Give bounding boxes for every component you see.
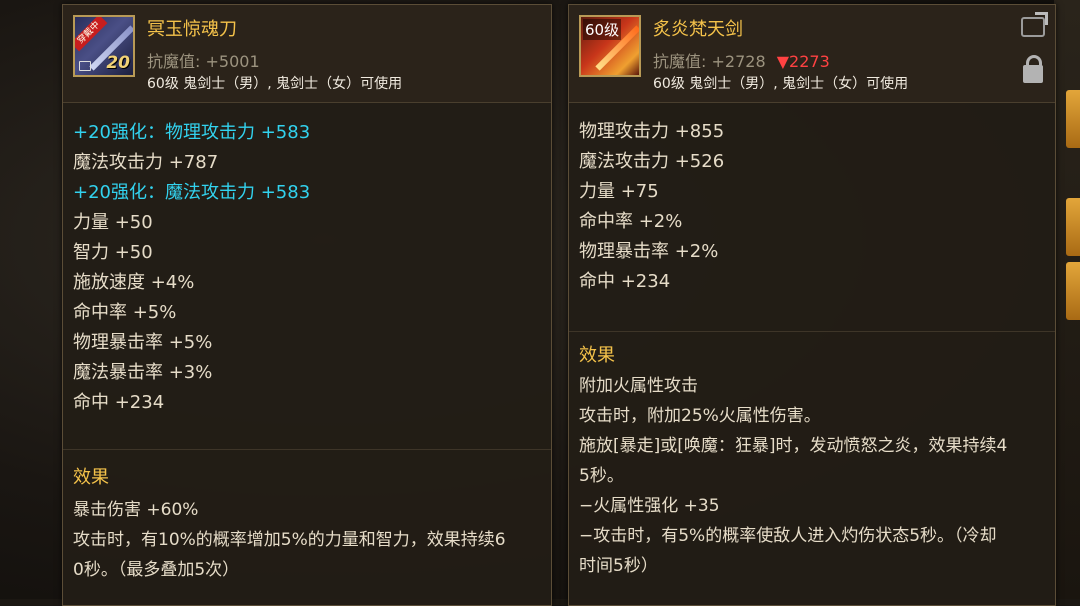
effect-title: 效果 xyxy=(73,467,109,488)
enhance-level: 20 xyxy=(106,53,130,73)
effect-line: 5秒。 xyxy=(579,466,624,486)
effect-line: 0秒。（最多叠加5次） xyxy=(73,560,240,580)
stat-line: 物理攻击力 +855 xyxy=(579,121,725,142)
effect-line: 时间5秒） xyxy=(579,556,658,576)
class-requirement: 60级 鬼剑士（男）, 鬼剑士（女）可使用 xyxy=(147,76,403,92)
stat-line: 命中 +234 xyxy=(579,271,671,292)
side-tab[interactable] xyxy=(1066,90,1080,148)
effect-line: 攻击时，有10%的概率增加5%的力量和智力，效果持续6 xyxy=(73,530,506,550)
effect-text: 附加火属性攻击 攻击时，附加25%火属性伤害。 施放[暴走]或[唤魔：狂暴]时，… xyxy=(579,371,1041,581)
effect-line: 攻击时，附加25%火属性伤害。 xyxy=(579,406,821,426)
resist-number: +5001 xyxy=(205,52,260,71)
stat-list: 物理攻击力 +855 魔法攻击力 +526 力量 +75 命中率 +2% 物理暴… xyxy=(579,117,1045,297)
stat-line: 物理暴击率 +2% xyxy=(579,241,719,262)
effect-title: 效果 xyxy=(579,345,615,366)
resist-diff: ▼2273 xyxy=(776,52,830,71)
effect-line: 暴击伤害 +60% xyxy=(73,500,199,520)
stat-line: 命中率 +2% xyxy=(579,211,683,232)
stat-line: 魔法暴击率 +3% xyxy=(73,362,213,383)
effect-text: 暴击伤害 +60% 攻击时，有10%的概率增加5%的力量和智力，效果持续6 0秒… xyxy=(73,495,537,585)
effect-line: −攻击时，有5%的概率使敌人进入灼伤状态5秒。（冷却 xyxy=(579,526,997,546)
class-requirement: 60级 鬼剑士（男）, 鬼剑士（女）可使用 xyxy=(653,76,909,92)
stat-line: 命中 +234 xyxy=(73,392,165,413)
resist-label: 抗魔值: xyxy=(653,52,707,71)
item-name: 冥玉惊魂刀 xyxy=(147,19,237,40)
stat-line: 命中率 +5% xyxy=(73,302,177,323)
sword-icon: 穿戴中 20 xyxy=(73,15,135,77)
effect-line: 附加火属性攻击 xyxy=(579,376,698,396)
resist-value: 抗魔值: +2728 ▼2273 xyxy=(653,48,830,72)
tooltip-header: 60级 炙炎梵天剑 抗魔值: +2728 ▼2273 60级 鬼剑士（男）, 鬼… xyxy=(569,5,1055,103)
stat-line: 力量 +75 xyxy=(579,181,659,202)
lock-icon[interactable] xyxy=(1023,55,1043,83)
stat-line: +20强化：魔法攻击力 +583 xyxy=(73,182,311,203)
divider xyxy=(569,331,1055,332)
item-name: 炙炎梵天剑 xyxy=(653,19,743,40)
stat-line: 魔法攻击力 +526 xyxy=(579,151,725,172)
resist-number: +2728 xyxy=(711,52,766,71)
equipped-badge: 穿戴中 xyxy=(75,17,108,52)
share-icon[interactable] xyxy=(1021,17,1045,37)
stat-line: +20强化：物理攻击力 +583 xyxy=(73,122,311,143)
effect-line: 施放[暴走]或[唤魔：狂暴]时，发动愤怒之炎，效果持续4 xyxy=(579,436,1008,456)
tooltip-header: 穿戴中 20 冥玉惊魂刀 抗魔值: +5001 60级 鬼剑士（男）, 鬼剑士（… xyxy=(63,5,551,103)
equipped-item-tooltip: 穿戴中 20 冥玉惊魂刀 抗魔值: +5001 60级 鬼剑士（男）, 鬼剑士（… xyxy=(62,4,552,606)
stat-line: 智力 +50 xyxy=(73,242,153,263)
side-tab[interactable] xyxy=(1066,262,1080,320)
effect-line: −火属性强化 +35 xyxy=(579,496,720,516)
right-edge-strip xyxy=(1054,0,1080,599)
compare-item-tooltip: 60级 炙炎梵天剑 抗魔值: +2728 ▼2273 60级 鬼剑士（男）, 鬼… xyxy=(568,4,1056,606)
stat-line: 施放速度 +4% xyxy=(73,272,195,293)
side-tab[interactable] xyxy=(1066,198,1080,256)
stat-line: 力量 +50 xyxy=(73,212,153,233)
level-badge: 60级 xyxy=(583,19,622,40)
divider xyxy=(63,449,551,450)
stat-line: 魔法攻击力 +787 xyxy=(73,152,219,173)
resist-label: 抗魔值: xyxy=(147,52,201,71)
flame-sword-icon: 60级 xyxy=(579,15,641,77)
resist-value: 抗魔值: +5001 xyxy=(147,48,260,72)
lock-mini-icon xyxy=(79,61,91,71)
stat-list: +20强化：物理攻击力 +583 魔法攻击力 +787 +20强化：魔法攻击力 … xyxy=(73,118,541,418)
stat-line: 物理暴击率 +5% xyxy=(73,332,213,353)
